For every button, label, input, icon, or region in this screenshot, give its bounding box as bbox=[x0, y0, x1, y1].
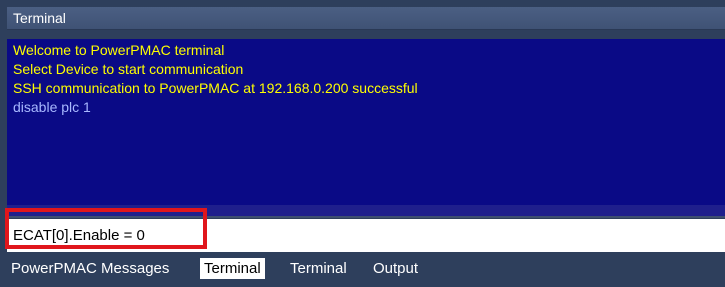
terminal-panel-window: Terminal Welcome to PowerPMAC terminal S… bbox=[0, 0, 725, 287]
divider bbox=[7, 216, 725, 218]
panel-title-bar: Terminal bbox=[7, 7, 725, 30]
tab-terminal[interactable]: Terminal bbox=[286, 258, 351, 279]
command-input[interactable] bbox=[7, 219, 725, 252]
window-bottom-edge bbox=[0, 281, 725, 287]
panel-title: Terminal bbox=[13, 10, 66, 26]
output-line: disable plc 1 bbox=[13, 99, 91, 115]
output-line: Welcome to PowerPMAC terminal bbox=[13, 42, 225, 58]
tab-output[interactable]: Output bbox=[369, 258, 422, 279]
output-bottom-border bbox=[7, 205, 725, 218]
output-line: SSH communication to PowerPMAC at 192.16… bbox=[13, 80, 418, 96]
tab-powerpmac-messages[interactable]: PowerPMAC Messages bbox=[7, 258, 173, 279]
bottom-tab-bar: PowerPMAC Messages Terminal Terminal Out… bbox=[7, 254, 725, 281]
tab-terminal-active[interactable]: Terminal bbox=[200, 258, 265, 279]
terminal-output-area[interactable]: Welcome to PowerPMAC terminal Select Dev… bbox=[7, 39, 725, 205]
output-line: Select Device to start communication bbox=[13, 61, 244, 77]
